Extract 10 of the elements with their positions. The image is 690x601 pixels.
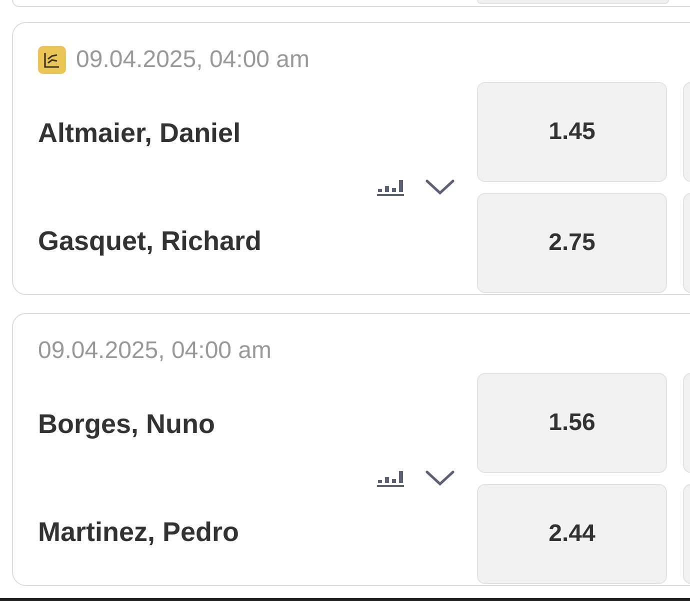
match-date: 09.04.2025, 04:00 am xyxy=(76,46,310,74)
player-name: Martinez, Pedro xyxy=(38,517,240,548)
odds-button[interactable]: 1.45 xyxy=(477,82,667,182)
player-name: Borges, Nuno xyxy=(38,408,216,440)
player-name: Altmaier, Daniel xyxy=(38,118,242,148)
player-name: Gasquet, Richard xyxy=(38,226,263,257)
odds-button[interactable]: 1.56 xyxy=(477,373,667,473)
match-date: 09.04.2025, 04:00 am xyxy=(38,337,272,365)
odds-button[interactable]: 2.44 xyxy=(477,484,667,584)
odds-button[interactable]: 2.75 xyxy=(477,193,667,293)
